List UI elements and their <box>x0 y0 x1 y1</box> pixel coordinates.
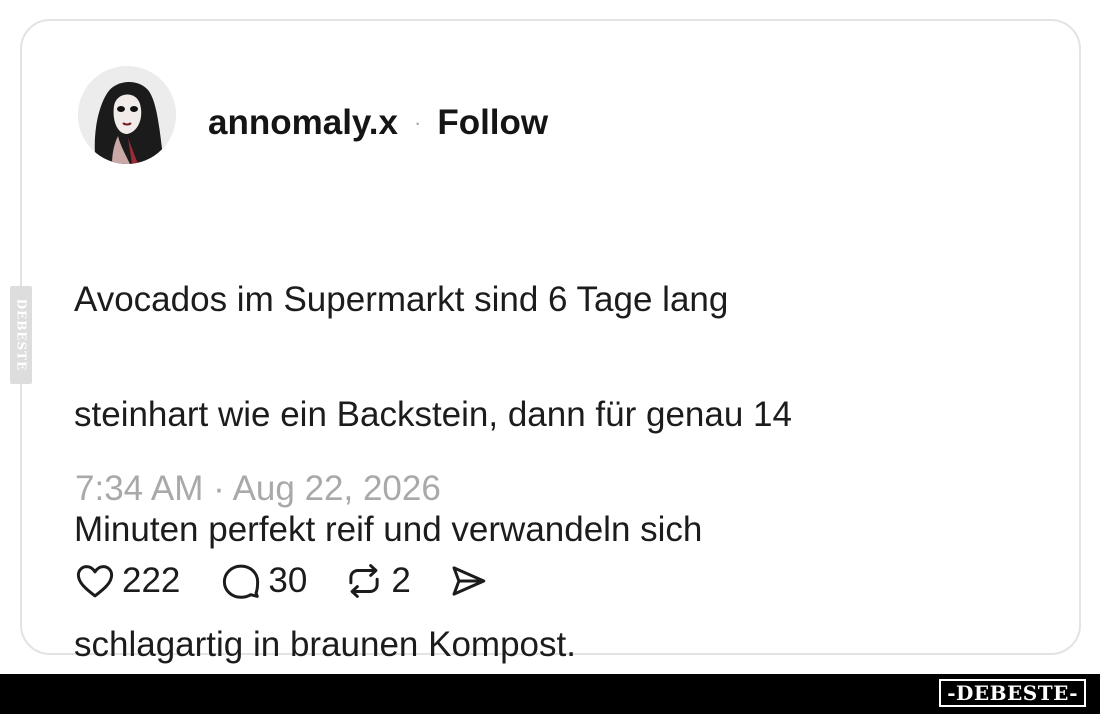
action-bar: 222 30 2 <box>74 556 489 606</box>
follow-button[interactable]: Follow <box>437 103 548 143</box>
like-button[interactable]: 222 <box>74 560 180 602</box>
share-button[interactable] <box>447 560 489 602</box>
side-watermark-text: DEBESTE <box>14 298 28 372</box>
separator-dot: · <box>413 110 422 135</box>
avatar-image <box>78 66 176 164</box>
debeste-logo: -DEBESTE- <box>939 679 1086 707</box>
post-text-line: Minuten perfekt reif und verwandeln sich <box>74 509 703 549</box>
repost-count: 2 <box>391 561 411 600</box>
repost-icon <box>349 564 379 598</box>
reply-button[interactable]: 30 <box>220 560 307 602</box>
heart-icon <box>76 565 114 598</box>
comment-icon <box>223 564 260 599</box>
post-text: Avocados im Supermarkt sind 6 Tage lang … <box>74 213 974 714</box>
avatar[interactable] <box>78 66 176 164</box>
username[interactable]: annomaly.x <box>208 103 398 143</box>
side-watermark: DEBESTE <box>10 286 32 384</box>
post-timestamp[interactable]: 7:34 AM · Aug 22, 2026 <box>75 469 441 509</box>
footer-bar: -DEBESTE- <box>0 674 1100 714</box>
post-text-line: steinhart wie ein Backstein, dann für ge… <box>74 394 792 434</box>
reply-count: 30 <box>268 561 308 600</box>
post-text-line: Avocados im Supermarkt sind 6 Tage lang <box>74 279 729 319</box>
repost-button[interactable]: 2 <box>343 560 411 602</box>
like-count: 222 <box>122 561 181 600</box>
post-text-line: schlagartig in braunen Kompost. <box>74 624 576 664</box>
send-icon <box>452 566 486 596</box>
post-card: annomaly.x · Follow Avocados im Supermar… <box>20 19 1081 664</box>
post-header: annomaly.x · Follow <box>208 101 548 145</box>
